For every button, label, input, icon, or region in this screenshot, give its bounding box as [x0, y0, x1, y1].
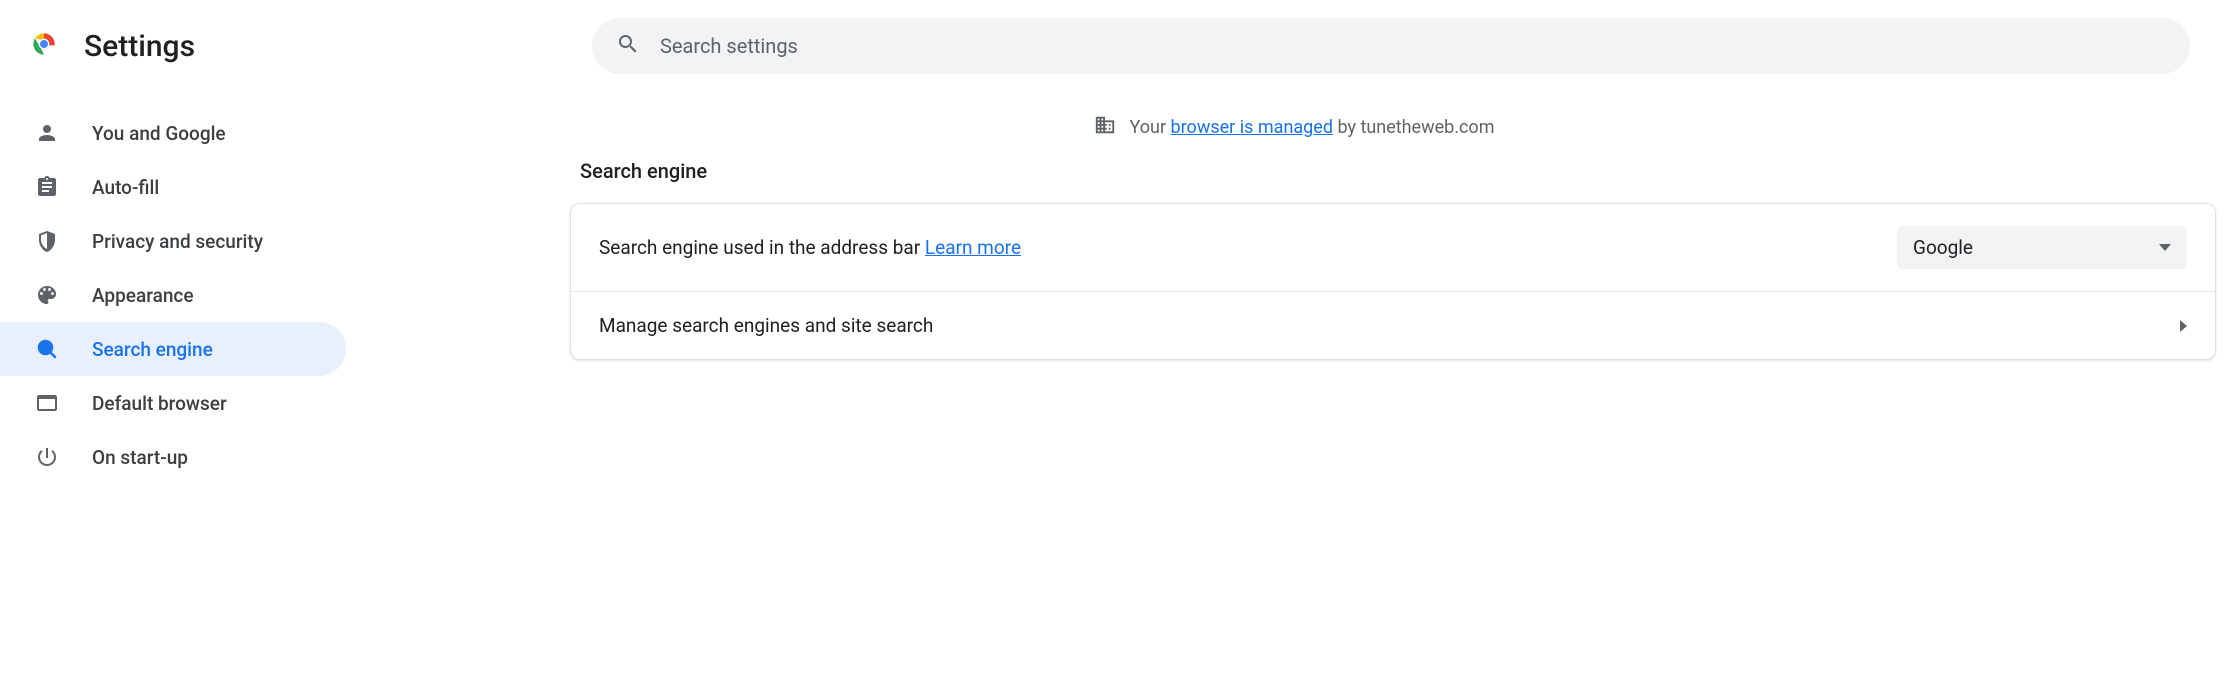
section-title: Search engine [570, 159, 2234, 203]
managed-prefix: Your [1130, 117, 1171, 138]
sidebar-item-autofill[interactable]: Auto-fill [0, 160, 346, 214]
learn-more-link[interactable]: Learn more [925, 236, 1021, 259]
sidebar-item-appearance[interactable]: Appearance [0, 268, 346, 322]
search-engine-select[interactable]: Google [1897, 226, 2187, 269]
caret-right-icon [2180, 320, 2187, 332]
managed-suffix: by tunetheweb.com [1333, 117, 1495, 138]
caret-down-icon [2159, 244, 2171, 251]
search-engine-row-text: Search engine used in the address bar Le… [599, 236, 1881, 259]
sidebar-item-label: You and Google [92, 122, 226, 145]
clipboard-icon [34, 174, 60, 200]
header: Settings [0, 0, 2234, 92]
sidebar-item-label: Auto-fill [92, 176, 159, 199]
power-icon [34, 444, 60, 470]
search-engine-label: Search engine used in the address bar [599, 236, 925, 259]
search-icon [616, 32, 640, 60]
managed-link[interactable]: browser is managed [1171, 117, 1333, 138]
search-engine-row: Search engine used in the address bar Le… [571, 204, 2215, 292]
sidebar-item-on-startup[interactable]: On start-up [0, 430, 346, 484]
manage-search-engines-row[interactable]: Manage search engines and site search [571, 292, 2215, 359]
logo-row: Settings [28, 28, 568, 64]
search-icon [34, 336, 60, 362]
managed-text: Your browser is managed by tunetheweb.co… [1130, 117, 1495, 138]
person-icon [34, 120, 60, 146]
select-value: Google [1913, 236, 1973, 259]
manage-search-engines-label: Manage search engines and site search [599, 314, 2164, 337]
sidebar-item-label: Search engine [92, 338, 213, 361]
search-input[interactable] [660, 34, 2166, 58]
sidebar-item-label: Default browser [92, 392, 227, 415]
settings-title: Settings [84, 29, 195, 64]
search-engine-card: Search engine used in the address bar Le… [570, 203, 2216, 360]
main-content: Your browser is managed by tunetheweb.co… [354, 92, 2234, 484]
managed-notice: Your browser is managed by tunetheweb.co… [354, 106, 2234, 159]
sidebar-item-label: Privacy and security [92, 230, 263, 253]
sidebar-item-label: Appearance [92, 284, 194, 307]
sidebar-item-search-engine[interactable]: Search engine [0, 322, 346, 376]
sidebar: You and Google Auto-fill Privacy and sec… [0, 92, 354, 484]
chrome-logo-icon [28, 28, 60, 64]
palette-icon [34, 282, 60, 308]
search-bar[interactable] [592, 18, 2190, 74]
shield-icon [34, 228, 60, 254]
sidebar-item-you-and-google[interactable]: You and Google [0, 106, 346, 160]
building-icon [1094, 114, 1116, 141]
sidebar-item-label: On start-up [92, 446, 188, 469]
browser-icon [34, 390, 60, 416]
sidebar-item-default-browser[interactable]: Default browser [0, 376, 346, 430]
sidebar-item-privacy[interactable]: Privacy and security [0, 214, 346, 268]
